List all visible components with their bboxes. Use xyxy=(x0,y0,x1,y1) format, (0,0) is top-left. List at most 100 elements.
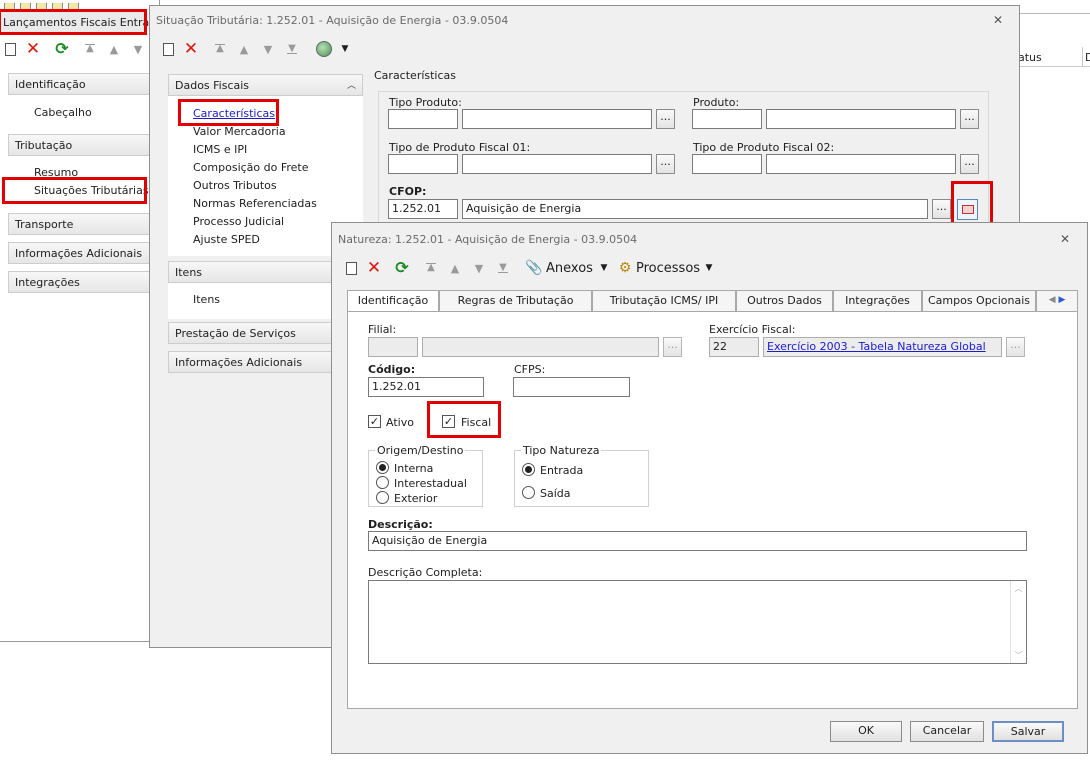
delete-icon[interactable]: ✕ xyxy=(183,40,199,57)
first-record-icon[interactable]: ▲ xyxy=(212,41,228,57)
grid-column-status[interactable]: atus xyxy=(1018,51,1042,64)
tab-identificacao[interactable]: Identificação xyxy=(347,290,439,313)
close-icon[interactable]: ✕ xyxy=(1060,232,1070,246)
section-transporte[interactable]: Transporte xyxy=(8,213,153,235)
new-doc-icon[interactable] xyxy=(2,41,18,57)
tipo-saida-radio[interactable] xyxy=(522,486,535,499)
last-record-icon[interactable]: ▼ xyxy=(284,41,300,57)
tab-outros-dados[interactable]: Outros Dados xyxy=(736,290,833,312)
first-record-icon[interactable]: ▲ xyxy=(82,41,98,57)
section-informacoes-adicionais[interactable]: Informações Adicionais xyxy=(8,242,153,264)
origem-interestadual-radio[interactable] xyxy=(376,476,389,489)
previous-record-icon[interactable]: ▲ xyxy=(106,41,122,57)
tab-tributacao-icms-ipi[interactable]: Tributação ICMS/ IPI xyxy=(592,290,736,312)
cfop-desc-field[interactable]: Aquisição de Energia xyxy=(462,199,928,219)
last-record-icon[interactable]: ▼ xyxy=(495,260,511,276)
section-tributacao[interactable]: Tributação xyxy=(8,134,153,156)
nav-item-caracteristicas[interactable]: Características xyxy=(193,107,275,120)
tab-regras-tributacao[interactable]: Regras de Tributação xyxy=(439,290,592,312)
close-icon[interactable]: ✕ xyxy=(993,13,1003,27)
tab-scroll-right-icon[interactable]: ▶ xyxy=(1058,295,1065,305)
exercicio-lookup-button[interactable]: ... xyxy=(1006,337,1025,357)
nav-item-processo-judicial[interactable]: Processo Judicial xyxy=(193,215,284,228)
tipo-produto-lookup-button[interactable]: ... xyxy=(656,109,675,129)
new-doc-icon[interactable] xyxy=(160,41,176,57)
section-integracoes[interactable]: Integrações xyxy=(8,271,153,293)
tab-campos-opcionais[interactable]: Campos Opcionais xyxy=(922,290,1036,312)
first-record-icon[interactable]: ▲ xyxy=(423,260,439,276)
paperclip-icon[interactable]: 📎 xyxy=(525,260,542,276)
nav-item-outros-tributos[interactable]: Outros Tributos xyxy=(193,179,277,192)
next-record-icon[interactable]: ▼ xyxy=(260,41,276,57)
nav-item-resumo[interactable]: Resumo xyxy=(34,166,78,179)
scroll-down-icon[interactable]: ﹀ xyxy=(1011,650,1026,661)
section-dados-fiscais[interactable]: Dados Fiscais ︿ xyxy=(168,74,363,96)
nav-item-valor-mercadoria[interactable]: Valor Mercadoria xyxy=(193,125,286,138)
tipo-fiscal-02-lookup-button[interactable]: ... xyxy=(960,154,979,174)
produto-code-field[interactable] xyxy=(692,109,762,129)
cancel-button[interactable]: Cancelar xyxy=(910,721,984,742)
tipo-produto-code-field[interactable] xyxy=(388,109,458,129)
origem-exterior-radio[interactable] xyxy=(376,491,389,504)
refresh-icon[interactable]: ⟳ xyxy=(394,260,410,276)
edit-natureza-icon[interactable] xyxy=(957,199,978,220)
tab-integracoes[interactable]: Integrações xyxy=(833,290,922,312)
tipo-fiscal-02-code-field[interactable] xyxy=(692,154,762,174)
nav-item-situacoes-tributarias[interactable]: Situações Tributárias xyxy=(34,184,149,197)
delete-icon[interactable]: ✕ xyxy=(366,259,382,276)
exercicio-desc-link[interactable]: Exercício 2003 - Tabela Natureza Global xyxy=(763,337,1002,357)
descricao-field[interactable]: Aquisição de Energia xyxy=(368,531,1027,551)
anexos-button[interactable]: Anexos xyxy=(546,261,593,276)
grid-column-d[interactable]: D xyxy=(1085,51,1090,64)
nav-item-icms-ipi[interactable]: ICMS e IPI xyxy=(193,143,247,156)
next-record-icon[interactable]: ▼ xyxy=(471,260,487,276)
nav-item-ajuste-sped[interactable]: Ajuste SPED xyxy=(193,233,260,246)
scroll-up-icon[interactable]: ︿ xyxy=(1011,583,1026,594)
section-identificacao[interactable]: Identificação xyxy=(8,73,153,95)
previous-record-icon[interactable]: ▲ xyxy=(236,41,252,57)
column-separator[interactable] xyxy=(1082,47,1083,67)
tipo-natureza-group: Tipo Natureza Entrada Saída xyxy=(514,444,649,507)
fiscal-checkbox[interactable]: ✓ xyxy=(442,415,455,428)
window1-tab-title[interactable]: Lançamentos Fiscais Entrada xyxy=(0,9,163,35)
cfps-field[interactable] xyxy=(513,377,630,397)
textarea-scrollbar[interactable]: ︿ ﹀ xyxy=(1010,581,1026,663)
chevron-down-icon[interactable]: ▼ xyxy=(596,260,612,276)
nav-item-itens[interactable]: Itens xyxy=(193,293,220,306)
tipo-fiscal-02-desc-field[interactable] xyxy=(766,154,956,174)
top-toolbar-icons[interactable] xyxy=(4,0,84,10)
cfop-lookup-button[interactable]: ... xyxy=(932,199,951,219)
tipo-fiscal-01-desc-field[interactable] xyxy=(462,154,652,174)
processos-button[interactable]: Processos xyxy=(636,261,700,276)
delete-icon[interactable]: ✕ xyxy=(25,40,41,57)
chevron-down-icon[interactable]: ▼ xyxy=(701,260,717,276)
produto-lookup-button[interactable]: ... xyxy=(960,109,979,129)
previous-record-icon[interactable]: ▲ xyxy=(447,260,463,276)
ativo-checkbox[interactable]: ✓ xyxy=(368,415,381,428)
save-button[interactable]: Salvar xyxy=(992,721,1064,742)
nav-item-normas-referenciadas[interactable]: Normas Referenciadas xyxy=(193,197,317,210)
filial-label: Filial: xyxy=(368,323,397,336)
chevron-down-icon[interactable]: ▼ xyxy=(337,41,353,57)
codigo-field[interactable]: 1.252.01 xyxy=(368,377,484,397)
nav-item-cabecalho[interactable]: Cabeçalho xyxy=(34,106,92,119)
tipo-fiscal-01-lookup-button[interactable]: ... xyxy=(656,154,675,174)
tipo-entrada-radio[interactable] xyxy=(522,463,535,476)
gears-icon[interactable]: ⚙ xyxy=(617,260,633,276)
tipo-fiscal-01-code-field[interactable] xyxy=(388,154,458,174)
refresh-icon[interactable]: ⟳ xyxy=(54,41,70,57)
new-doc-icon[interactable] xyxy=(343,260,359,276)
next-record-icon[interactable]: ▼ xyxy=(130,41,146,57)
globe-icon[interactable] xyxy=(316,41,332,57)
cfop-code-field[interactable]: 1.252.01 xyxy=(388,199,458,219)
ok-button[interactable]: OK xyxy=(830,721,902,742)
exercicio-code-field[interactable]: 22 xyxy=(709,337,759,357)
codigo-label: Código: xyxy=(368,363,416,376)
chevron-up-icon[interactable]: ︿ xyxy=(347,78,356,91)
tipo-produto-desc-field[interactable] xyxy=(462,109,652,129)
produto-desc-field[interactable] xyxy=(766,109,956,129)
origem-interna-radio[interactable] xyxy=(376,461,389,474)
nav-item-composicao-frete[interactable]: Composição do Frete xyxy=(193,161,309,174)
tab-scroll-left-icon[interactable]: ◀ xyxy=(1049,295,1056,305)
descricao-completa-textarea[interactable]: ︿ ﹀ xyxy=(368,580,1027,664)
